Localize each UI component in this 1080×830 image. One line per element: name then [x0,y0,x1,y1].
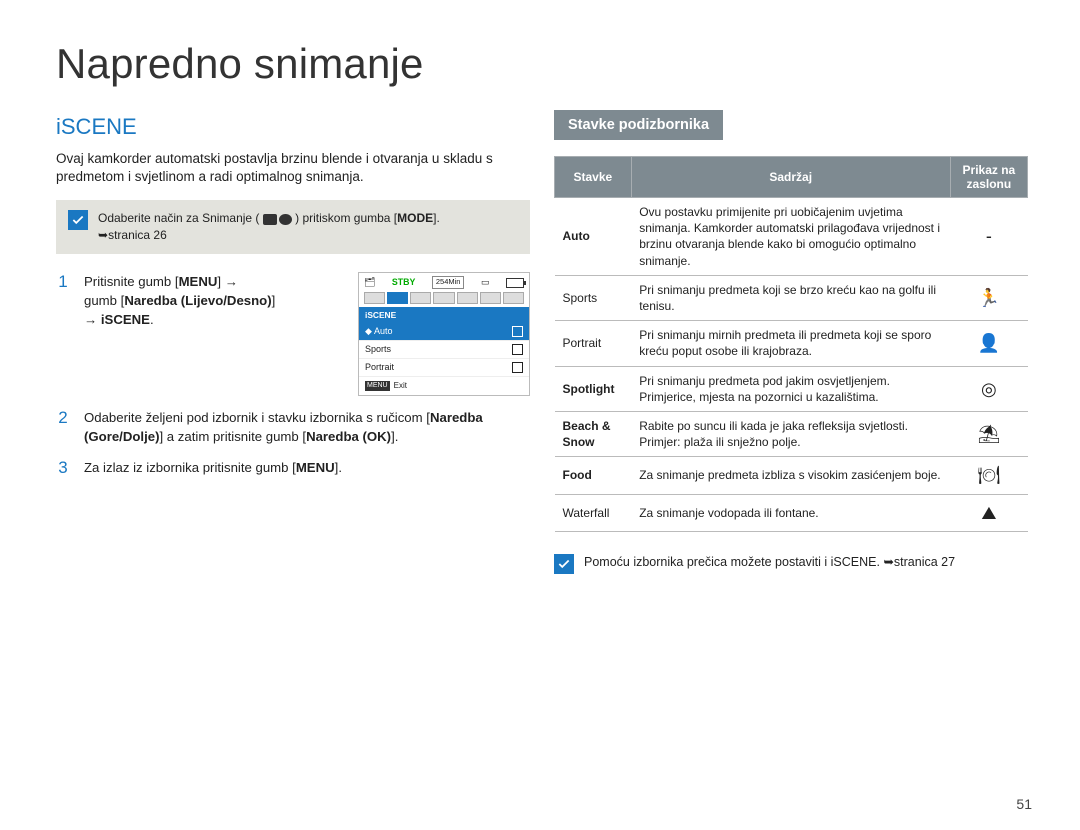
step-3: 3 Za izlaz iz izbornika pritisnite gumb … [56,458,530,478]
note-box: Odaberite način za Snimanje ( ) pritisko… [56,200,530,254]
note-text: Odaberite način za Snimanje ( ) pritisko… [98,210,440,244]
two-column-layout: iSCENE Ovaj kamkorder automatski postavl… [56,108,1028,574]
row-key: Food [555,457,632,494]
inset-tab [457,292,478,304]
step-number: 3 [56,458,70,478]
mode-icons [263,214,292,225]
inset-item: Portrait [359,359,529,377]
footnote: Pomoću izbornika prečica možete postavit… [554,554,1028,574]
section-heading: iSCENE [56,114,530,140]
page-title: Napredno snimanje [56,40,1028,88]
row-key: Spotlight [555,366,632,411]
card-icon: 🗂 [364,276,375,289]
intro-text: Ovaj kamkorder automatski postavlja brzi… [56,150,530,186]
row-key: Sports [555,275,632,320]
inset-exit: MENU Exit [359,377,529,395]
step-number: 2 [56,408,70,446]
row-display-icon: - [950,198,1027,276]
row-key: Auto [555,198,632,276]
photo-count-icon: ▭ [481,276,490,289]
step-2: 2 Odaberite željeni pod izbornik i stavk… [56,408,530,446]
icon-placeholder [512,362,523,373]
row-display-icon: 🍽 [950,457,1027,494]
submenu-heading: Stavke podizbornika [554,110,723,140]
inset-tab [410,292,431,304]
row-display-icon: ⛰ [950,494,1027,531]
table-row: SpotlightPri snimanju predmeta pod jakim… [555,366,1028,411]
inset-tab [364,292,385,304]
menu-badge: MENU [365,381,390,391]
page-number: 51 [1016,796,1032,812]
inset-tab-active [387,292,408,304]
row-key: Beach & Snow [555,411,632,456]
submenu-table: Stavke Sadržaj Prikaz na zaslonu AutoOvu… [554,156,1028,532]
stby-indicator: STBY [392,276,415,289]
row-desc: Rabite po suncu ili kada je jaka refleks… [631,411,950,456]
row-display-icon: ⛱ [950,411,1027,456]
row-desc: Ovu postavku primijenite pri uobičajenim… [631,198,950,276]
table-row: WaterfallZa snimanje vodopada ili fontan… [555,494,1028,531]
step-1-text: 🗂 STBY 254Min ▭ [84,272,530,396]
right-column: Stavke podizbornika Stavke Sadržaj Prika… [554,108,1028,574]
inset-item-selected: ◆ Auto [359,323,529,341]
step-3-text: Za izlaz iz izbornika pritisnite gumb [M… [84,458,530,478]
row-desc: Pri snimanju predmeta koji se brzo kreću… [631,275,950,320]
photo-mode-icon [279,214,292,225]
steps-list: 1 🗂 STBY 254Min ▭ [56,272,530,478]
step-2-text: Odaberite željeni pod izbornik i stavku … [84,408,530,446]
page: Napredno snimanje iSCENE Ovaj kamkorder … [0,0,1080,830]
col-header-display: Prikaz na zaslonu [950,157,1027,198]
step-number: 1 [56,272,70,396]
step-1: 1 🗂 STBY 254Min ▭ [56,272,530,396]
table-row: FoodZa snimanje predmeta izbliza s visok… [555,457,1028,494]
checkbox-icon [512,326,523,337]
row-display-icon: 🏃 [950,275,1027,320]
inset-tab [503,292,524,304]
remaining-time: 254Min [432,276,465,289]
table-row: AutoOvu postavku primijenite pri uobičaj… [555,198,1028,276]
row-key: Waterfall [555,494,632,531]
left-column: iSCENE Ovaj kamkorder automatski postavl… [56,108,530,574]
row-desc: Pri snimanju predmeta pod jakim osvjetlj… [631,366,950,411]
row-display-icon: 👤 [950,321,1027,366]
camera-lcd-inset: 🗂 STBY 254Min ▭ [358,272,530,396]
row-desc: Pri snimanju mirnih predmeta ili predmet… [631,321,950,366]
check-icon [554,554,574,574]
table-row: SportsPri snimanju predmeta koji se brzo… [555,275,1028,320]
video-mode-icon [263,214,277,225]
col-header-content: Sadržaj [631,157,950,198]
footnote-text: Pomoću izbornika prečica možete postavit… [584,554,955,569]
table-row: PortraitPri snimanju mirnih predmeta ili… [555,321,1028,366]
inset-tabs [359,292,529,307]
inset-tab [433,292,454,304]
icon-placeholder [512,344,523,355]
inset-item: Sports [359,341,529,359]
inset-menu-label: iSCENE [359,307,529,323]
check-icon [68,210,88,230]
inset-tab [480,292,501,304]
battery-icon [506,278,524,288]
row-desc: Za snimanje predmeta izbliza s visokim z… [631,457,950,494]
inset-topbar: 🗂 STBY 254Min ▭ [359,273,529,292]
row-key: Portrait [555,321,632,366]
row-desc: Za snimanje vodopada ili fontane. [631,494,950,531]
col-header-item: Stavke [555,157,632,198]
row-display-icon: ◎ [950,366,1027,411]
table-row: Beach & SnowRabite po suncu ili kada je … [555,411,1028,456]
